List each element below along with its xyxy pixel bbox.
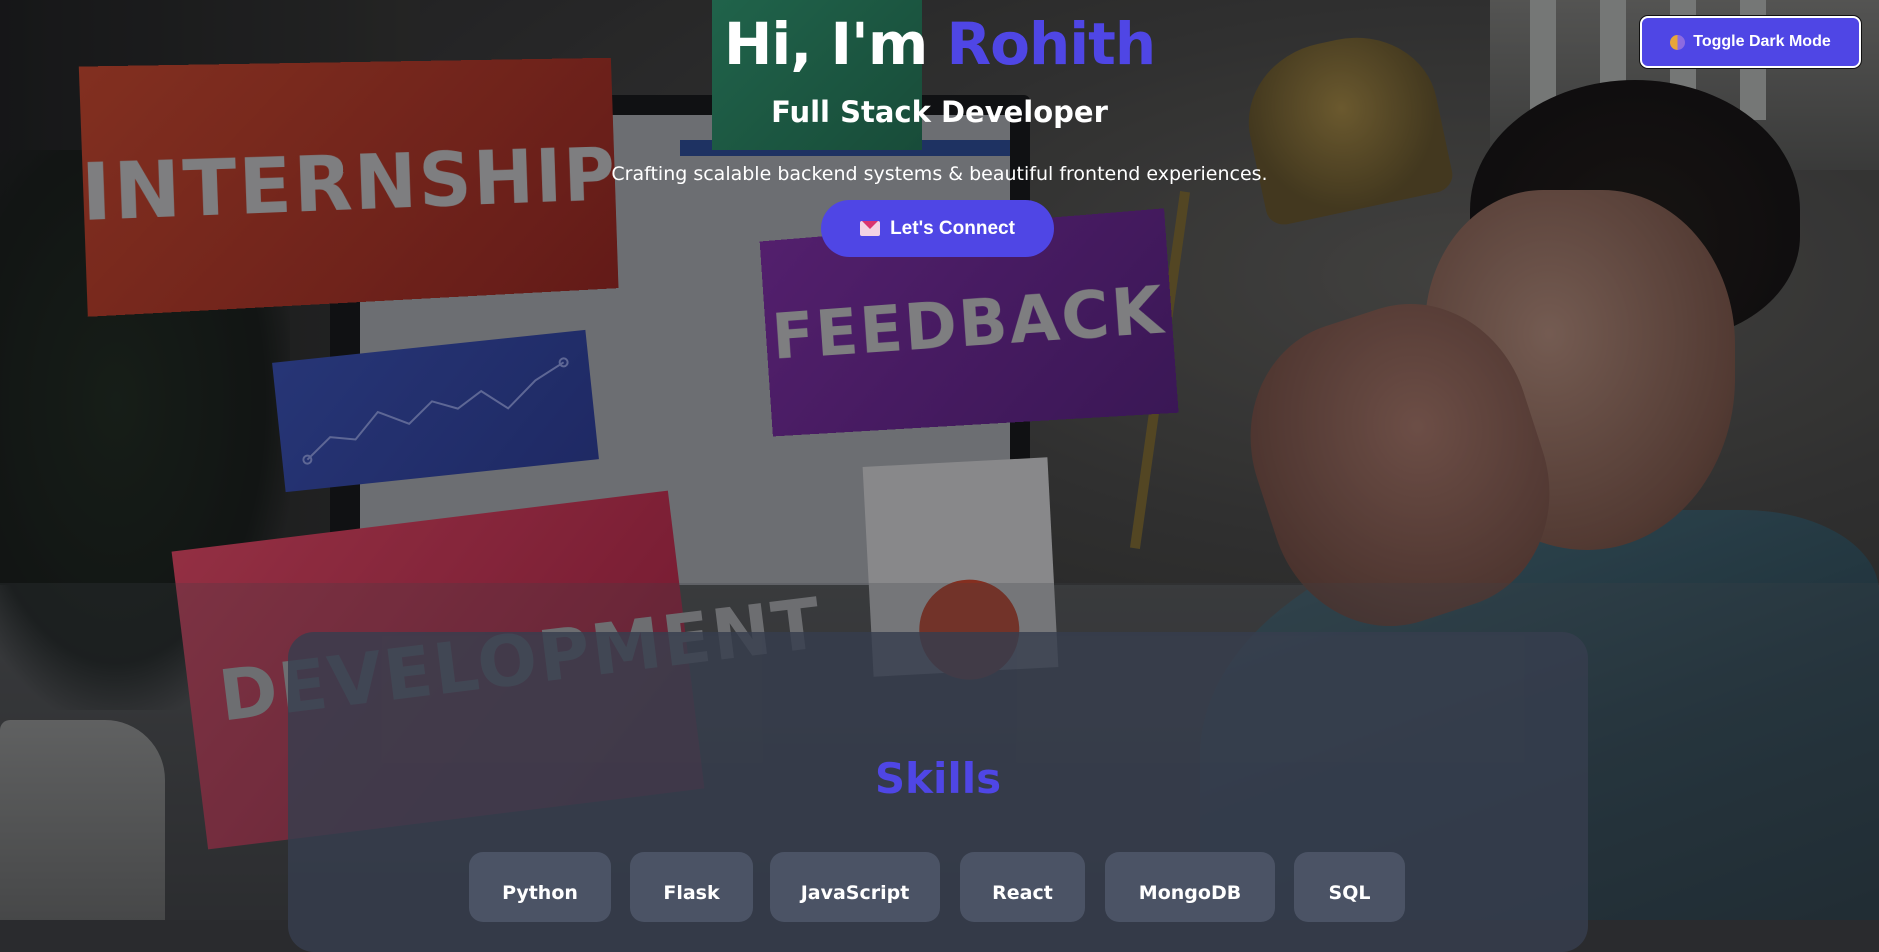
skills-title: Skills (874, 754, 1002, 803)
skills-section: Skills Python Flask JavaScript React Mon… (288, 632, 1588, 952)
lets-connect-button[interactable]: Let's Connect (821, 200, 1054, 257)
skill-chip-sql: SQL (1294, 852, 1405, 922)
skill-chip-mongodb: MongoDB (1105, 852, 1275, 922)
skill-chip-python: Python (469, 852, 611, 922)
envelope-icon (860, 221, 881, 236)
half-circle-icon (1670, 34, 1686, 50)
skill-chip-react: React (960, 852, 1085, 922)
skill-chip-javascript: JavaScript (770, 852, 940, 922)
hero-tagline: Crafting scalable backend systems & beau… (611, 163, 1268, 185)
skill-chip-flask: Flask (630, 852, 753, 922)
toggle-dark-mode-label: Toggle Dark Mode (1693, 33, 1831, 50)
hero-greeting: Hi, I'm (723, 10, 928, 78)
hero-role: Full Stack Developer (771, 95, 1108, 129)
lets-connect-label: Let's Connect (890, 217, 1015, 239)
hero-name: Rohith (946, 10, 1156, 78)
toggle-dark-mode-button[interactable]: Toggle Dark Mode (1640, 16, 1861, 68)
hero-heading: Hi, I'm Rohith (0, 8, 1879, 80)
